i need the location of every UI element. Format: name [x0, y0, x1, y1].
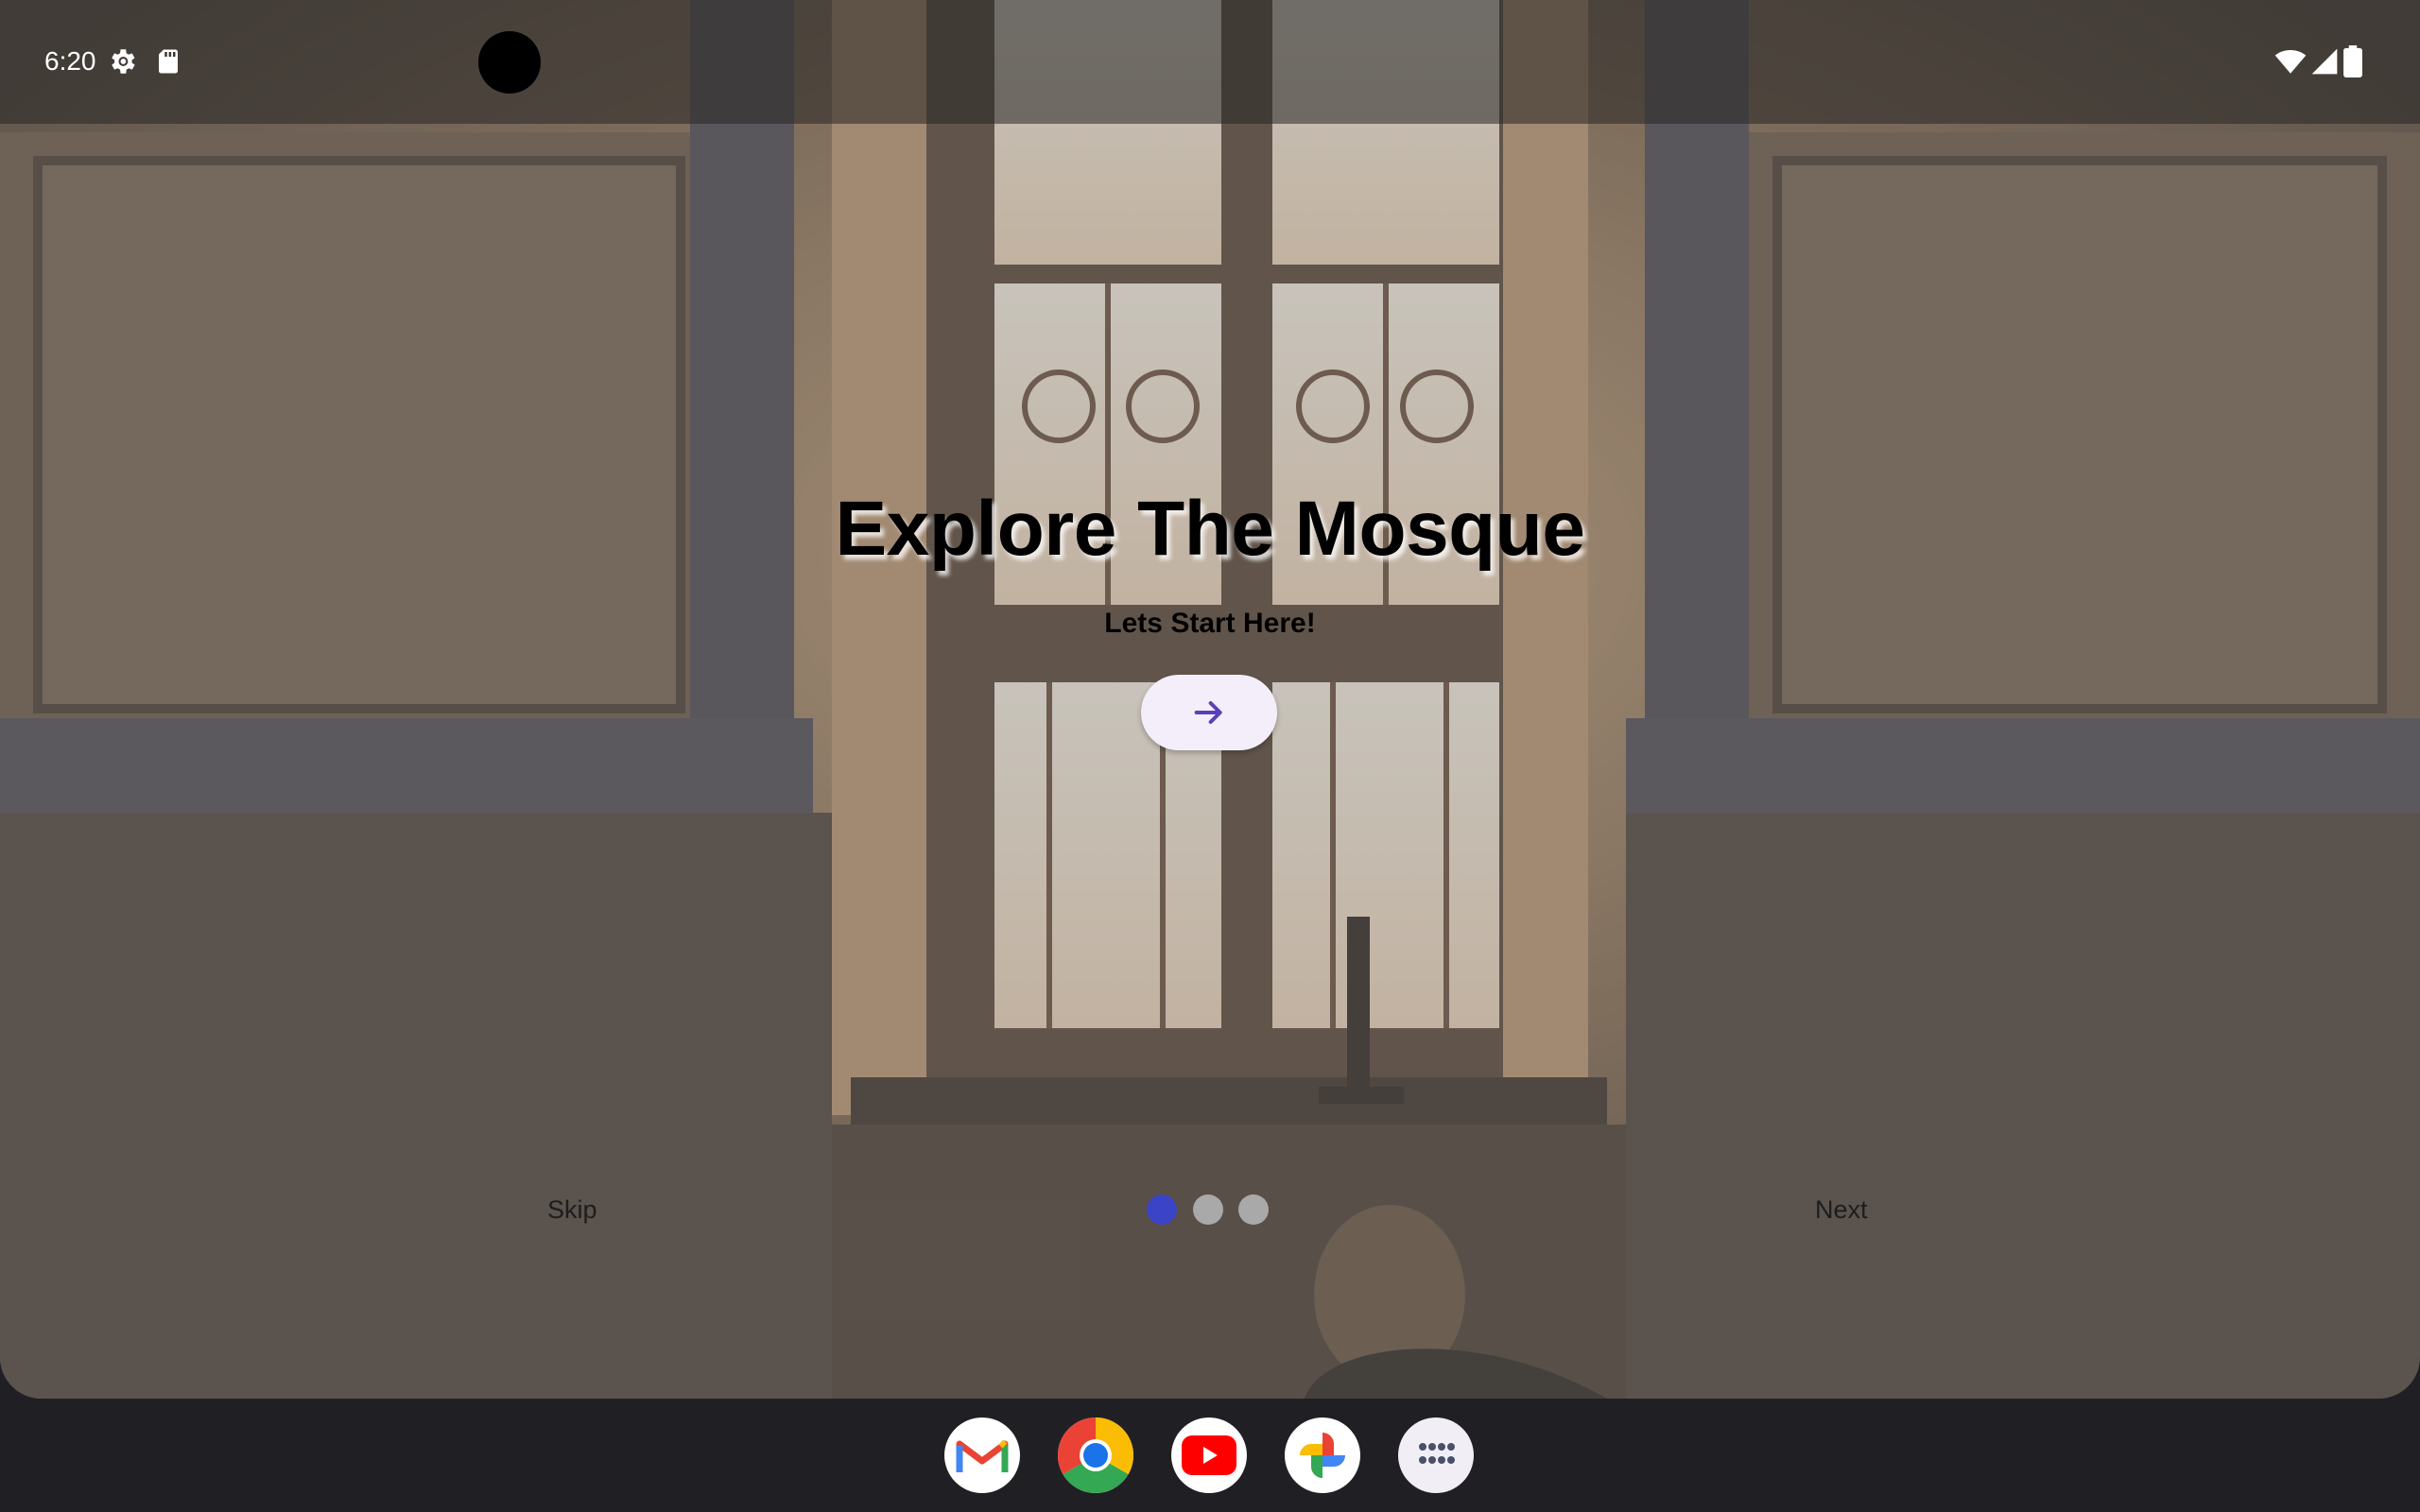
sd-card-icon	[159, 49, 178, 74]
settings-gear-icon	[112, 49, 135, 74]
photos-pinwheel-icon	[1300, 1433, 1345, 1478]
page-dot-1-active[interactable]	[1147, 1194, 1177, 1225]
onboarding-screen: 6:20 Explore The Mosque Lets Start Here!	[0, 0, 2420, 1399]
battery-icon	[2343, 45, 2362, 77]
chrome-app-icon[interactable]	[1058, 1418, 1133, 1493]
start-button[interactable]	[1141, 675, 1277, 750]
youtube-icon	[1182, 1435, 1236, 1475]
status-bar: 6:20	[0, 0, 2420, 124]
photos-app-icon[interactable]	[1285, 1418, 1360, 1493]
cellular-signal-icon	[2311, 48, 2338, 75]
onboarding-subtitle: Lets Start Here!	[1104, 608, 1316, 639]
chrome-icon	[1058, 1418, 1133, 1493]
youtube-app-icon[interactable]	[1171, 1418, 1247, 1493]
camera-cutout	[478, 31, 541, 94]
page-dot-3[interactable]	[1238, 1194, 1269, 1225]
onboarding-title: Explore The Mosque	[835, 486, 1585, 572]
arrow-right-icon	[1194, 701, 1222, 724]
status-time: 6:20	[44, 46, 96, 76]
skip-button[interactable]: Skip	[547, 1191, 597, 1228]
gmail-app-icon[interactable]	[944, 1418, 1020, 1493]
wifi-icon	[2274, 49, 2307, 74]
gmail-icon	[956, 1439, 1009, 1472]
app-grid-icon	[1419, 1443, 1455, 1464]
app-drawer-button[interactable]	[1398, 1418, 1474, 1493]
page-dot-2[interactable]	[1193, 1194, 1223, 1225]
next-button[interactable]: Next	[1815, 1191, 1868, 1228]
